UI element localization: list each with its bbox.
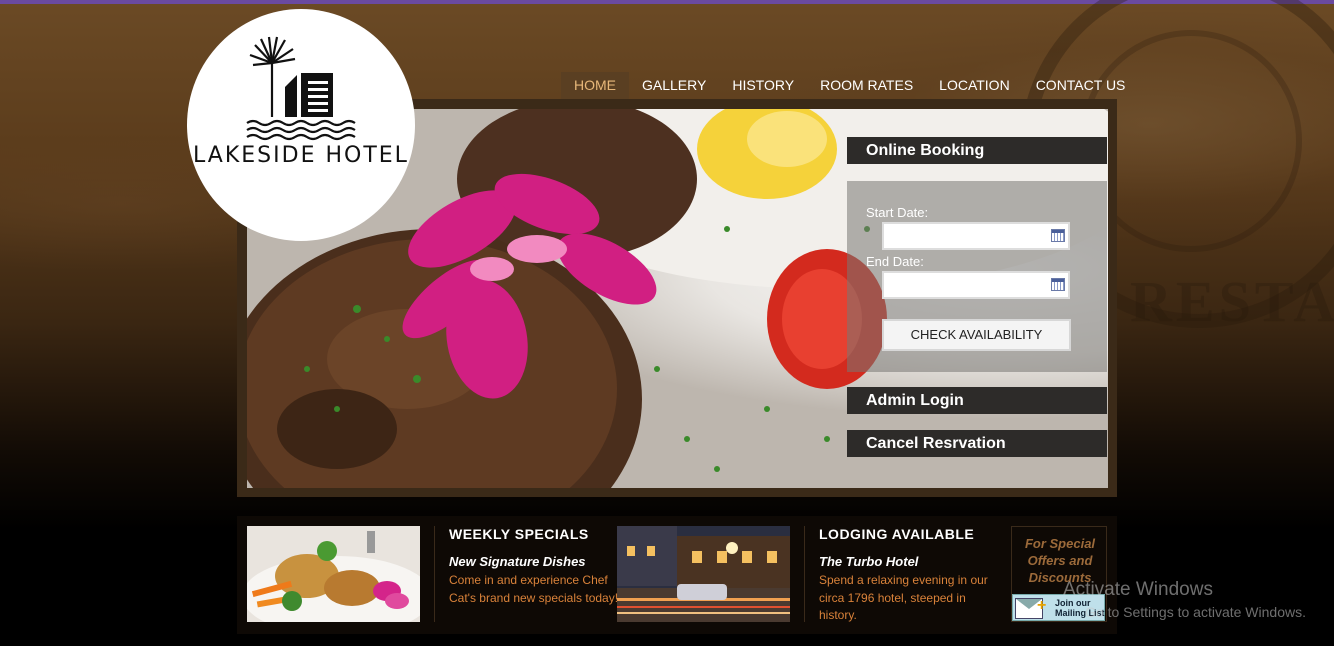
start-date-input[interactable]: [882, 222, 1070, 250]
palm-hotel-icon: [246, 36, 356, 141]
calendar-icon[interactable]: [1051, 229, 1065, 242]
nav-gallery[interactable]: GALLERY: [629, 72, 719, 99]
section-divider: [804, 526, 805, 622]
plus-icon: +: [1037, 597, 1047, 614]
booking-form: Start Date: End Date: CHECK AVAILABILITY: [847, 181, 1107, 372]
section-divider: [434, 526, 435, 622]
nav-home[interactable]: HOME: [561, 72, 629, 99]
lodging-title: LODGING AVAILABLE: [819, 526, 975, 542]
features-strip: WEEKLY SPECIALS New Signature Dishes Com…: [237, 516, 1117, 634]
end-date-input[interactable]: [882, 271, 1070, 299]
lodging-body: Spend a relaxing evening in our circa 17…: [819, 573, 988, 622]
weekly-specials-title: WEEKLY SPECIALS: [449, 526, 589, 542]
background-seal-lettering: RESTA: [1130, 269, 1334, 334]
start-date-label: Start Date:: [866, 205, 929, 220]
cancel-reservation-button[interactable]: Cancel Resrvation: [847, 430, 1107, 457]
hotel-logo[interactable]: LAKESIDE HOTEL: [187, 9, 415, 241]
street-night-illustration: [617, 526, 790, 622]
admin-login-button[interactable]: Admin Login: [847, 387, 1107, 414]
main-nav: HOME GALLERY HISTORY ROOM RATES LOCATION…: [561, 72, 1138, 99]
activate-windows-title: Activate Windows: [1063, 579, 1213, 600]
calendar-icon[interactable]: [1051, 278, 1065, 291]
online-booking-header: Online Booking: [847, 137, 1107, 164]
lodging-image[interactable]: [617, 526, 790, 622]
nav-history[interactable]: HISTORY: [719, 72, 807, 99]
nav-room-rates[interactable]: ROOM RATES: [807, 72, 926, 99]
weekly-specials-body: Come in and experience Chef Cat's brand …: [449, 573, 619, 605]
activate-windows-subtitle: Go to Settings to activate Windows.: [1085, 604, 1306, 620]
check-availability-button[interactable]: CHECK AVAILABILITY: [882, 319, 1071, 351]
nav-location[interactable]: LOCATION: [926, 72, 1023, 99]
weekly-specials-subtitle[interactable]: New Signature Dishes: [449, 554, 586, 569]
hotel-name: LAKESIDE HOTEL: [193, 143, 409, 168]
weekly-specials-image[interactable]: [247, 526, 420, 622]
food-plate-illustration: [247, 526, 420, 622]
lodging-subtitle[interactable]: The Turbo Hotel: [819, 554, 918, 569]
nav-contact-us[interactable]: CONTACT US: [1023, 72, 1139, 99]
end-date-label: End Date:: [866, 254, 924, 269]
